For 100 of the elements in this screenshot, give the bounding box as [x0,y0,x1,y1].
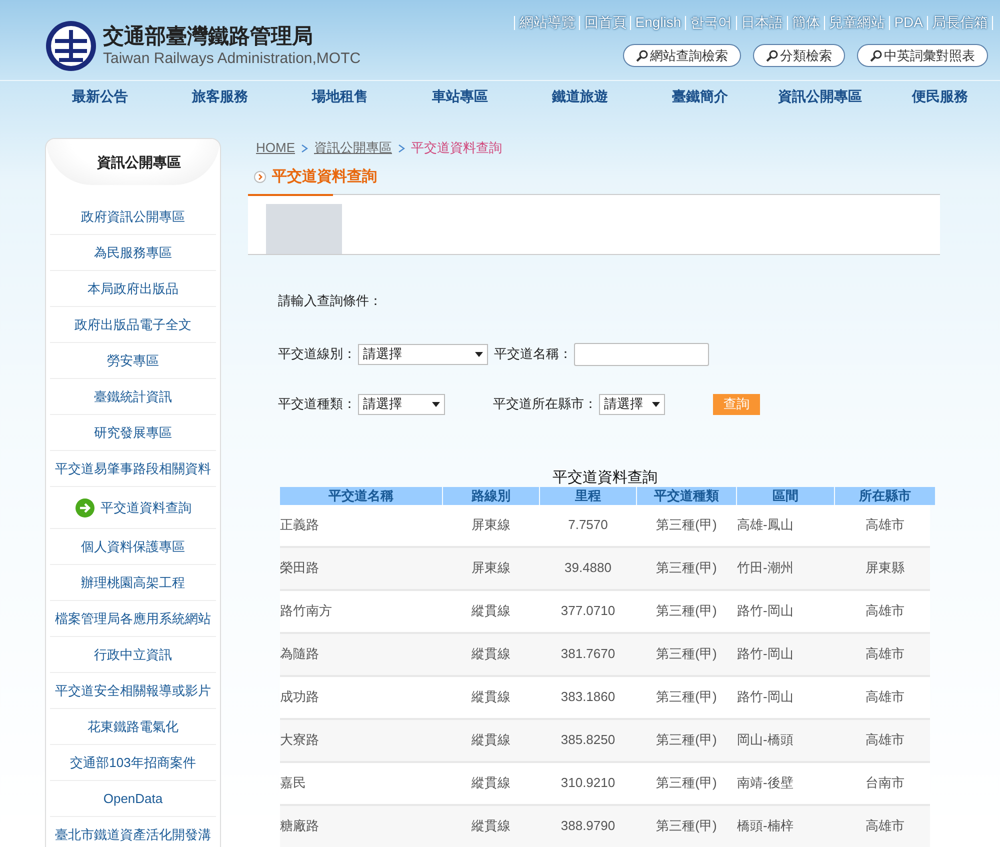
sidebar-title: 資訊公開專區 [97,152,181,172]
search-button[interactable]: 網站查詢檢索 [623,44,741,67]
search-icon [636,50,648,62]
sidebar-link[interactable]: 政府出版品電子全文 [50,307,216,343]
breadcrumb-current: 平交道資料查詢 [411,139,502,158]
table-cell-text: 高雄市 [864,817,906,836]
org-name: 交通部臺灣鐵路管理局 [103,24,314,50]
sidebar-link[interactable]: 辦理桃園高架工程 [50,565,216,601]
main-nav-link[interactable]: 資訊公開專區 [778,86,862,108]
search-icon [766,50,778,62]
table-cell-text: 南靖-後壁 [737,774,794,792]
caret-icon [432,402,440,406]
select-dropdown[interactable]: 請選擇 [599,394,665,414]
breadcrumb-link[interactable]: HOME [256,138,295,158]
table-cell-text: 縱貫線 [470,731,512,750]
table-cell-text: 大寮路 [280,731,320,750]
field-label: 平交道名稱： [494,345,572,364]
sidebar-link[interactable]: 為民服務專區 [50,235,216,271]
table-cell-text: 屏東線 [470,516,512,534]
table-cell-text: 310.9210 [560,774,616,792]
caret-icon [475,352,483,356]
table-cell-text: 糖廠路 [280,817,320,836]
column-header: 平交道名稱 [280,486,442,504]
table-cell-text: 竹田-潮州 [737,559,794,578]
table-cell-text: 路竹-岡山 [737,602,794,620]
table-cell-text: 縱貫線 [470,817,512,836]
table-cell-text: 第三種(甲) [655,559,718,578]
table-cell-text: 高雄市 [864,688,906,706]
sidebar-link[interactable]: 交通部103年招商案件 [50,745,216,781]
table-cell-text: 高雄市 [864,602,906,620]
table-cell-text: 屏東線 [470,559,512,578]
sidebar-link[interactable]: 檔案管理局各應用系統網站 [50,601,216,637]
table-cell-text: 383.1860 [560,688,616,706]
search-button[interactable]: 分類檢索 [753,44,845,67]
main-nav-link[interactable]: 旅客服務 [192,86,248,108]
sidebar-link[interactable]: 政府資訊公開專區 [50,199,216,235]
chevron-icon [301,144,308,152]
select-dropdown[interactable]: 請選擇 [358,344,488,364]
sidebar-link[interactable]: 行政中立資訊 [50,637,216,673]
main-nav-link[interactable]: 場地租售 [312,86,368,108]
chevron-icon [254,171,266,183]
table-cell-text: 縱貫線 [470,602,512,620]
sidebar-link[interactable]: 臺鐵統計資訊 [50,379,216,415]
table-cell-text: 第三種(甲) [655,731,718,750]
page-title: 平交道資料查詢 [272,166,377,187]
sidebar-link[interactable]: 平交道易肇事路段相關資料 [50,451,216,487]
sidebar-link[interactable]: 個人資料保護專區 [50,529,216,565]
sidebar-link[interactable]: OpenData [50,781,216,817]
sidebar-link[interactable]: 研究發展專區 [50,415,216,451]
table-cell-text: 388.9790 [560,817,616,836]
field-label: 平交道種類： [278,395,356,414]
table-cell-text: 路竹-岡山 [737,688,794,706]
column-header: 里程 [540,486,636,504]
table-cell-text: 岡山-橋頭 [737,731,794,750]
table-cell-text: 成功路 [280,688,320,706]
table-cell-text: 路竹-岡山 [737,645,794,664]
org-name-english: Taiwan Railways Administration,MOTC [103,50,361,68]
breadcrumb-link[interactable]: 資訊公開專區 [314,138,392,158]
field-label: 平交道所在縣市： [493,395,597,414]
table-cell-text: 第三種(甲) [655,645,718,664]
main-nav-link[interactable]: 鐵道旅遊 [552,86,608,108]
table-cell-text: 385.8250 [560,731,616,750]
sidebar-link[interactable]: 平交道資料查詢 [50,487,216,529]
table-cell-text: 橋頭-楠梓 [737,817,794,836]
main-nav-link[interactable]: 臺鐵簡介 [672,86,728,108]
table-cell-text: 縱貫線 [470,645,512,664]
table-cell-text: 高雄市 [864,731,906,750]
field-label: 平交道線別： [278,345,356,364]
column-header: 所在縣市 [835,486,935,504]
table-cell-text: 縱貫線 [470,688,512,706]
sidebar-link[interactable]: 平交道安全相關報導或影片 [50,673,216,709]
caret-icon [652,402,660,406]
table-cell-text: 屏東縣 [864,559,906,578]
table-cell-text: 正義路 [280,516,320,534]
select-dropdown[interactable]: 請選擇 [358,394,445,414]
table-cell-text: 嘉民 [280,774,307,792]
input-field[interactable] [574,342,709,366]
table-caption: 平交道資料查詢 [552,468,658,486]
form-prompt: 請輸入查詢條件： [278,292,383,310]
table-cell-text: 第三種(甲) [655,516,718,534]
column-header: 路線別 [443,486,539,504]
sidebar-link[interactable]: 勞安專區 [50,343,216,379]
table-cell-text: 榮田路 [280,559,320,578]
table-cell-text: 377.0710 [560,602,616,620]
main-nav-link[interactable]: 最新公告 [72,86,128,108]
table-cell-text: 台南市 [864,774,906,792]
main-nav-link[interactable]: 便民服務 [912,86,968,108]
sidebar-link[interactable]: 臺北市鐵道資產活化開發溝 [50,817,216,847]
main-nav-link[interactable]: 車站專區 [432,86,488,108]
sidebar-link[interactable]: 本局政府出版品 [50,271,216,307]
table-cell-text: 高雄市 [864,516,906,534]
table-cell-text: 高雄市 [864,645,906,664]
search-button[interactable]: 中英詞彙對照表 [857,44,988,67]
column-header: 區間 [737,486,834,504]
column-header: 平交道種類 [637,486,736,504]
table-cell-text: 縱貫線 [470,774,512,792]
search-icon [870,50,882,62]
table-cell-text: 第三種(甲) [655,774,718,792]
sidebar-link[interactable]: 花東鐵路電氣化 [50,709,216,745]
table-cell-text: 第三種(甲) [655,602,718,620]
